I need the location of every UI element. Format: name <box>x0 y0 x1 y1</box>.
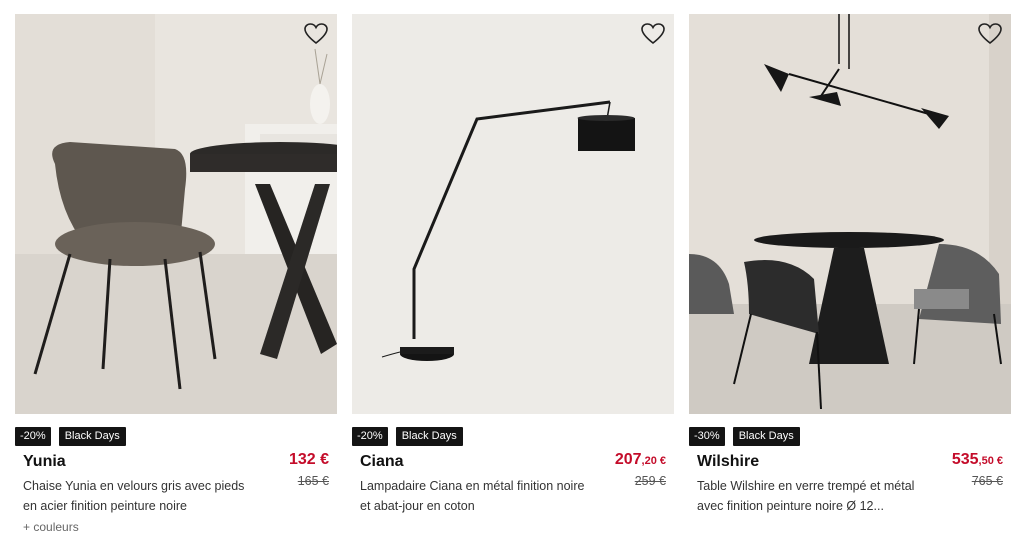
product-price: 132 € <box>289 451 329 469</box>
product-price: 535,50 € <box>952 451 1003 469</box>
product-description: Table Wilshire en verre trempé et métal … <box>697 479 915 513</box>
price-currency: € <box>315 451 329 468</box>
badges: -30% Black Days <box>689 427 800 446</box>
product-image-table[interactable] <box>689 14 1011 414</box>
badges: -20% Black Days <box>352 427 463 446</box>
heart-icon[interactable] <box>640 22 666 46</box>
price-integer: 132 <box>288 451 316 468</box>
product-card-wilshire[interactable]: -30% Black Days Wilshire Table Wilshire … <box>689 14 1011 542</box>
product-image-floor-lamp[interactable] <box>352 14 674 414</box>
product-description: Lampadaire Ciana en métal finition noire… <box>360 479 585 513</box>
price-integer: 207 <box>614 451 642 468</box>
product-name[interactable]: Yunia <box>23 453 66 471</box>
price-decimals: ,20 € <box>641 455 666 467</box>
heart-icon[interactable] <box>303 22 329 46</box>
discount-badge: -20% <box>352 427 388 446</box>
product-card-yunia[interactable]: -20% Black Days Yunia Chaise Yunia en ve… <box>15 14 337 542</box>
black-days-badge: Black Days <box>58 427 126 446</box>
product-card-ciana[interactable]: -20% Black Days Ciana Lampadaire Ciana e… <box>352 14 674 542</box>
old-price: 765 € <box>971 474 1003 488</box>
product-name[interactable]: Wilshire <box>697 453 759 471</box>
price-decimals: ,50 € <box>978 455 1003 467</box>
price-integer: 535 <box>951 451 979 468</box>
old-price: 259 € <box>634 474 666 488</box>
product-image-chair[interactable] <box>15 14 337 414</box>
black-days-badge: Black Days <box>732 427 800 446</box>
heart-icon[interactable] <box>977 22 1003 46</box>
product-name[interactable]: Ciana <box>360 453 404 471</box>
discount-badge: -30% <box>689 427 725 446</box>
more-colors-link[interactable]: + couleurs <box>23 520 79 534</box>
product-price: 207,20 € <box>615 451 666 469</box>
badges: -20% Black Days <box>15 427 126 446</box>
discount-badge: -20% <box>15 427 51 446</box>
black-days-badge: Black Days <box>395 427 463 446</box>
product-description: Chaise Yunia en velours gris avec pieds … <box>23 479 245 513</box>
old-price: 165 € <box>297 474 329 488</box>
